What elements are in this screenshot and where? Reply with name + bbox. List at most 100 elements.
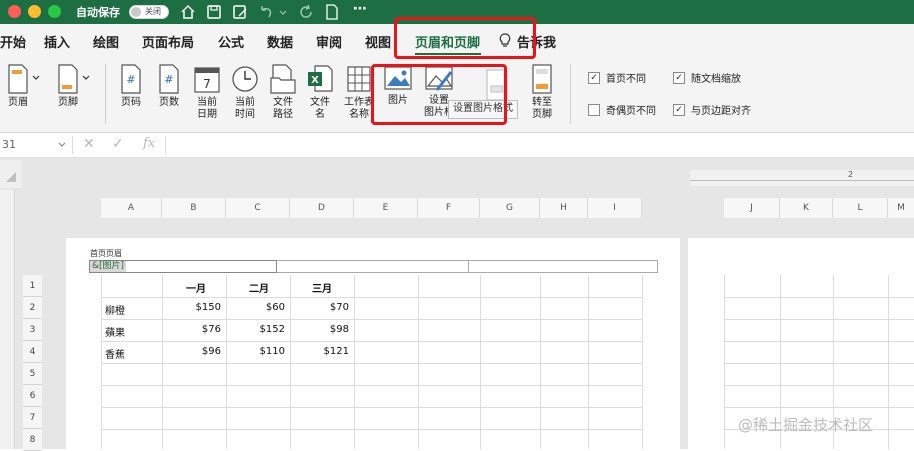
column-header-h[interactable]: H xyxy=(540,198,588,218)
column-header-c[interactable]: C xyxy=(226,198,290,218)
undo-dropdown-icon[interactable] xyxy=(278,4,288,20)
align-with-margins-checkbox[interactable]: ✓ 与页边距对齐 xyxy=(673,102,751,117)
first-page-different-checkbox[interactable]: ✓ 首页不同 xyxy=(588,70,646,85)
checkmark-icon: ✓ xyxy=(673,72,685,84)
cell-d2[interactable]: $70 xyxy=(290,302,349,313)
ribbon-separator xyxy=(570,64,571,124)
row-header-4[interactable]: 4 xyxy=(23,341,42,363)
tab-draw[interactable]: 绘图 xyxy=(93,32,119,51)
header-picture-field[interactable]: &[图片] xyxy=(90,261,127,272)
go-to-footer-button[interactable]: 转至 页脚 xyxy=(525,64,559,121)
tab-review[interactable]: 审阅 xyxy=(316,32,342,51)
excel-file-icon: X xyxy=(308,65,333,92)
cell-a3[interactable]: 蘋果 xyxy=(105,324,125,339)
column-header-j[interactable]: J xyxy=(724,198,780,218)
column-header-l[interactable]: L xyxy=(833,198,888,218)
grid-line xyxy=(101,363,642,364)
current-time-button[interactable]: 当前 时间 xyxy=(228,64,262,121)
column-header-i[interactable]: I xyxy=(588,198,642,218)
cell-a2[interactable]: 柳橙 xyxy=(105,302,125,317)
home-icon[interactable] xyxy=(180,4,196,20)
column-header-a[interactable]: A xyxy=(101,198,162,218)
select-all-corner[interactable] xyxy=(0,160,22,188)
row-header-2[interactable]: 2 xyxy=(23,297,42,319)
autosave-toggle[interactable]: 关闭 xyxy=(129,5,169,19)
cell-b2[interactable]: $150 xyxy=(162,302,221,313)
row-header-5[interactable]: 5 xyxy=(23,363,42,385)
cell-a4[interactable]: 香蕉 xyxy=(105,346,125,361)
cell-b3[interactable]: $76 xyxy=(162,324,221,335)
tab-page-layout[interactable]: 页面布局 xyxy=(142,32,194,51)
function-icon[interactable]: fx xyxy=(143,136,155,151)
row-header-1[interactable]: 1 xyxy=(23,275,42,297)
redo-icon[interactable] xyxy=(298,4,314,20)
page-number-icon: # xyxy=(121,64,141,94)
column-header-m[interactable]: M xyxy=(888,198,914,218)
toggle-knob xyxy=(131,7,141,17)
cancel-icon[interactable]: ✕ xyxy=(83,136,95,152)
cell-c2[interactable]: $60 xyxy=(226,302,285,313)
column-header-f[interactable]: F xyxy=(418,198,480,218)
cell-c3[interactable]: $152 xyxy=(226,324,285,335)
name-box[interactable]: 31 xyxy=(2,138,16,151)
column-header-k[interactable]: K xyxy=(780,198,833,218)
header-section-left[interactable]: &[图片] xyxy=(89,260,277,273)
horizontal-ruler: 2 xyxy=(690,170,914,186)
current-date-button[interactable]: 7 当前 日期 xyxy=(190,64,224,121)
cell-b4[interactable]: $96 xyxy=(162,346,221,357)
unchecked-box xyxy=(588,104,600,116)
grid-line xyxy=(480,275,481,449)
column-header-b[interactable]: B xyxy=(162,198,226,218)
go-to-footer-label-2: 页脚 xyxy=(532,109,552,120)
row-header-3[interactable]: 3 xyxy=(23,319,42,341)
cell-b1[interactable]: 一月 xyxy=(186,280,206,295)
tab-view[interactable]: 视图 xyxy=(365,32,391,51)
close-window-button[interactable] xyxy=(8,5,21,18)
cell-c4[interactable]: $110 xyxy=(226,346,285,357)
file-path-label-2: 路径 xyxy=(273,109,293,120)
column-header-g[interactable]: G xyxy=(480,198,540,218)
formula-input[interactable] xyxy=(170,135,910,155)
grid-line xyxy=(724,297,914,298)
grid-line xyxy=(101,275,102,449)
page-count-button[interactable]: # 页数 xyxy=(152,64,186,109)
scale-with-document-checkbox[interactable]: ✓ 随文档缩放 xyxy=(673,70,741,85)
minimize-window-button[interactable] xyxy=(28,5,41,18)
undo-icon[interactable] xyxy=(258,4,274,20)
footer-button[interactable]: 页脚 xyxy=(50,64,86,109)
save-edit-icon[interactable] xyxy=(232,4,248,20)
column-header-d[interactable]: D xyxy=(290,198,354,218)
cell-d4[interactable]: $121 xyxy=(290,346,349,357)
more-icon[interactable]: ⋯ xyxy=(353,1,367,17)
tab-data[interactable]: 数据 xyxy=(267,32,293,51)
ruler-mark: 2 xyxy=(848,170,854,179)
header-section-center[interactable] xyxy=(277,260,469,273)
header-label: 页眉 xyxy=(8,97,28,108)
footer-dropdown-icon[interactable] xyxy=(82,74,90,82)
cell-d3[interactable]: $98 xyxy=(290,324,349,335)
cell-d1[interactable]: 三月 xyxy=(312,280,332,295)
file-name-button[interactable]: X 文件 名 xyxy=(303,64,337,121)
name-box-dropdown-icon[interactable] xyxy=(58,141,66,149)
grid-line xyxy=(101,341,642,342)
column-header-e[interactable]: E xyxy=(354,198,418,218)
row-header-6[interactable]: 6 xyxy=(23,385,42,407)
tab-insert[interactable]: 插入 xyxy=(44,32,70,51)
row-header-7[interactable]: 7 xyxy=(23,407,42,429)
odd-even-different-checkbox[interactable]: 奇偶页不同 xyxy=(588,102,656,117)
save-icon[interactable] xyxy=(206,4,222,20)
annotation-box-tab xyxy=(394,17,536,59)
header-dropdown-icon[interactable] xyxy=(32,74,40,82)
header-button[interactable]: 页眉 xyxy=(0,64,36,109)
confirm-icon[interactable]: ✓ xyxy=(112,136,124,152)
page-number-button[interactable]: # 页码 xyxy=(114,64,148,109)
file-path-button[interactable]: 文件 路径 xyxy=(266,64,300,121)
zoom-window-button[interactable] xyxy=(48,5,61,18)
header-section-right[interactable] xyxy=(469,260,658,273)
document-icon[interactable] xyxy=(325,4,339,20)
tab-formulas[interactable]: 公式 xyxy=(218,32,244,51)
row-header-8[interactable]: 8 xyxy=(23,429,42,451)
cell-c1[interactable]: 二月 xyxy=(249,280,269,295)
go-to-footer-icon xyxy=(532,64,552,94)
tab-home[interactable]: 开始 xyxy=(0,32,26,51)
